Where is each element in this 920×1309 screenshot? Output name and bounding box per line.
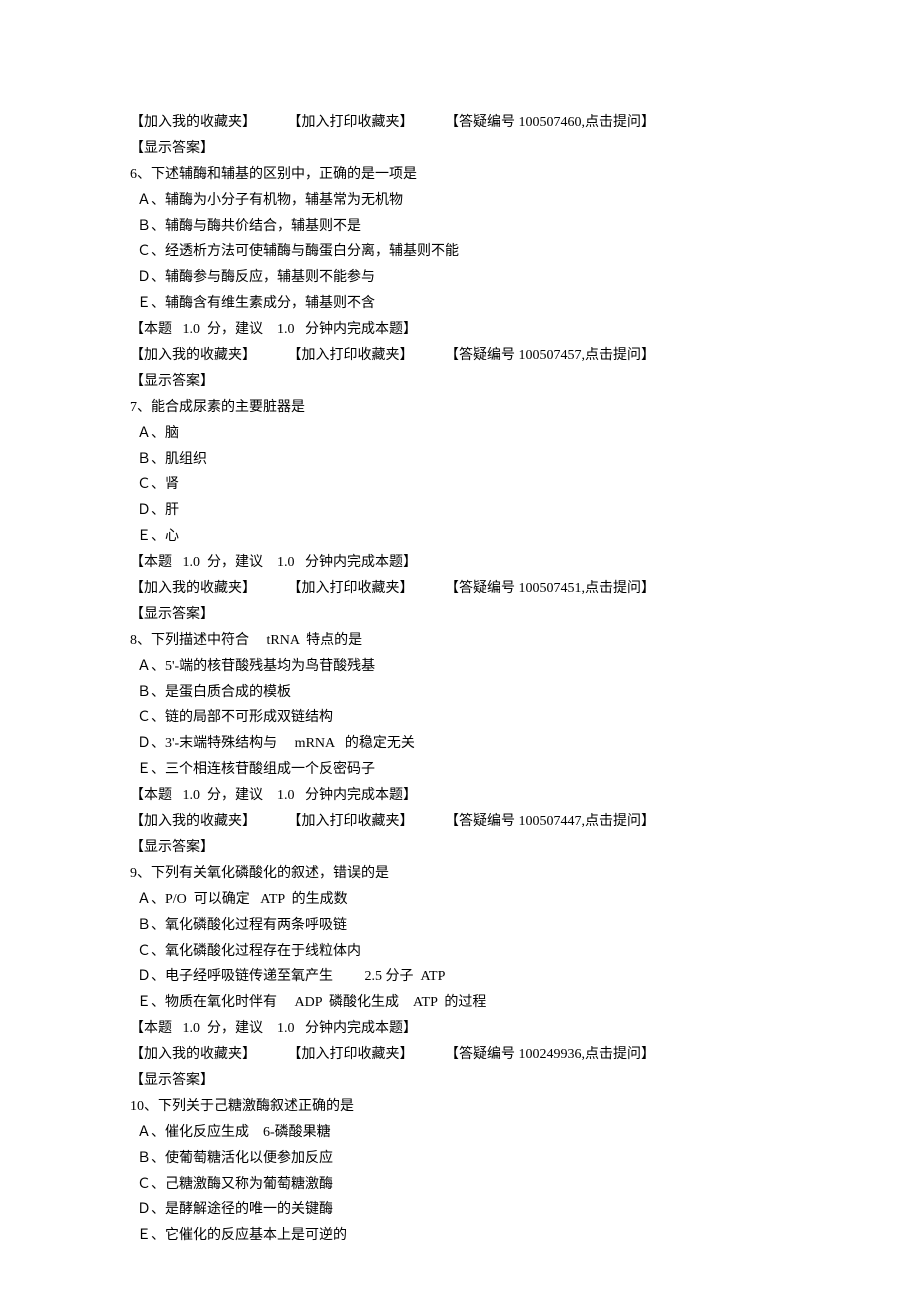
question-block-6: 6、下述辅酶和辅基的区别中，正确的是一项是 Ａ、辅酶为小分子有机物，辅基常为无机… xyxy=(130,162,790,395)
action-line: 【加入我的收藏夹】 【加入打印收藏夹】 【答疑编号 100507447,点击提问… xyxy=(130,809,790,835)
option-e[interactable]: Ｅ、辅酶含有维生素成分，辅基则不含 xyxy=(130,291,790,317)
option-c[interactable]: Ｃ、经透析方法可使辅酶与酶蛋白分离，辅基则不能 xyxy=(130,239,790,265)
add-to-print-favorites-link[interactable]: 【加入打印收藏夹】 xyxy=(288,115,414,130)
question-stem: 9、下列有关氧化磷酸化的叙述，错误的是 xyxy=(130,861,790,887)
option-a[interactable]: Ａ、催化反应生成 6-磷酸果糖 xyxy=(130,1120,790,1146)
question-block-5-tail: 【加入我的收藏夹】 【加入打印收藏夹】 【答疑编号 100507460,点击提问… xyxy=(130,110,790,162)
show-answer-link[interactable]: 【显示答案】 xyxy=(130,1068,790,1094)
add-to-print-favorites-link[interactable]: 【加入打印收藏夹】 xyxy=(288,814,414,829)
score-line: 【本题 1.0 分，建议 1.0 分钟内完成本题】 xyxy=(130,317,790,343)
option-c[interactable]: Ｃ、链的局部不可形成双链结构 xyxy=(130,705,790,731)
faq-link[interactable]: 【答疑编号 100249936,点击提问】 xyxy=(445,1047,655,1062)
option-b[interactable]: Ｂ、氧化磷酸化过程有两条呼吸链 xyxy=(130,913,790,939)
show-answer-link[interactable]: 【显示答案】 xyxy=(130,136,790,162)
add-to-my-favorites-link[interactable]: 【加入我的收藏夹】 xyxy=(130,115,256,130)
option-c[interactable]: Ｃ、肾 xyxy=(130,472,790,498)
option-a[interactable]: Ａ、P/O 可以确定 ATP 的生成数 xyxy=(130,887,790,913)
action-line: 【加入我的收藏夹】 【加入打印收藏夹】 【答疑编号 100249936,点击提问… xyxy=(130,1042,790,1068)
option-b[interactable]: Ｂ、是蛋白质合成的模板 xyxy=(130,680,790,706)
question-block-8: 8、下列描述中符合 tRNA 特点的是 Ａ、5'-端的核苷酸残基均为鸟苷酸残基 … xyxy=(130,628,790,861)
option-d[interactable]: Ｄ、肝 xyxy=(130,498,790,524)
option-a[interactable]: Ａ、辅酶为小分子有机物，辅基常为无机物 xyxy=(130,188,790,214)
question-stem: 10、下列关于己糖激酶叙述正确的是 xyxy=(130,1094,790,1120)
option-b[interactable]: Ｂ、使葡萄糖活化以便参加反应 xyxy=(130,1146,790,1172)
faq-link[interactable]: 【答疑编号 100507457,点击提问】 xyxy=(445,348,655,363)
option-d[interactable]: Ｄ、是酵解途径的唯一的关键酶 xyxy=(130,1197,790,1223)
score-line: 【本题 1.0 分，建议 1.0 分钟内完成本题】 xyxy=(130,550,790,576)
action-line: 【加入我的收藏夹】 【加入打印收藏夹】 【答疑编号 100507460,点击提问… xyxy=(130,110,790,136)
question-block-7: 7、能合成尿素的主要脏器是 Ａ、脑 Ｂ、肌组织 Ｃ、肾 Ｄ、肝 Ｅ、心 【本题 … xyxy=(130,395,790,628)
faq-link[interactable]: 【答疑编号 100507451,点击提问】 xyxy=(445,581,655,596)
question-stem: 6、下述辅酶和辅基的区别中，正确的是一项是 xyxy=(130,162,790,188)
option-c[interactable]: Ｃ、氧化磷酸化过程存在于线粒体内 xyxy=(130,939,790,965)
option-c[interactable]: Ｃ、己糖激酶又称为葡萄糖激酶 xyxy=(130,1172,790,1198)
option-b[interactable]: Ｂ、辅酶与酶共价结合，辅基则不是 xyxy=(130,214,790,240)
faq-link[interactable]: 【答疑编号 100507460,点击提问】 xyxy=(445,115,655,130)
faq-link[interactable]: 【答疑编号 100507447,点击提问】 xyxy=(445,814,655,829)
score-line: 【本题 1.0 分，建议 1.0 分钟内完成本题】 xyxy=(130,1016,790,1042)
option-e[interactable]: Ｅ、三个相连核苷酸组成一个反密码子 xyxy=(130,757,790,783)
option-d[interactable]: Ｄ、3'-末端特殊结构与 mRNA 的稳定无关 xyxy=(130,731,790,757)
option-b[interactable]: Ｂ、肌组织 xyxy=(130,447,790,473)
score-line: 【本题 1.0 分，建议 1.0 分钟内完成本题】 xyxy=(130,783,790,809)
option-e[interactable]: Ｅ、物质在氧化时伴有 ADP 磷酸化生成 ATP 的过程 xyxy=(130,990,790,1016)
option-a[interactable]: Ａ、5'-端的核苷酸残基均为鸟苷酸残基 xyxy=(130,654,790,680)
action-line: 【加入我的收藏夹】 【加入打印收藏夹】 【答疑编号 100507457,点击提问… xyxy=(130,343,790,369)
question-block-10: 10、下列关于己糖激酶叙述正确的是 Ａ、催化反应生成 6-磷酸果糖 Ｂ、使葡萄糖… xyxy=(130,1094,790,1249)
action-line: 【加入我的收藏夹】 【加入打印收藏夹】 【答疑编号 100507451,点击提问… xyxy=(130,576,790,602)
add-to-print-favorites-link[interactable]: 【加入打印收藏夹】 xyxy=(288,348,414,363)
show-answer-link[interactable]: 【显示答案】 xyxy=(130,602,790,628)
show-answer-link[interactable]: 【显示答案】 xyxy=(130,835,790,861)
add-to-print-favorites-link[interactable]: 【加入打印收藏夹】 xyxy=(288,581,414,596)
option-e[interactable]: Ｅ、心 xyxy=(130,524,790,550)
option-e[interactable]: Ｅ、它催化的反应基本上是可逆的 xyxy=(130,1223,790,1249)
add-to-print-favorites-link[interactable]: 【加入打印收藏夹】 xyxy=(288,1047,414,1062)
option-d[interactable]: Ｄ、辅酶参与酶反应，辅基则不能参与 xyxy=(130,265,790,291)
add-to-my-favorites-link[interactable]: 【加入我的收藏夹】 xyxy=(130,814,256,829)
option-a[interactable]: Ａ、脑 xyxy=(130,421,790,447)
question-block-9: 9、下列有关氧化磷酸化的叙述，错误的是 Ａ、P/O 可以确定 ATP 的生成数 … xyxy=(130,861,790,1094)
add-to-my-favorites-link[interactable]: 【加入我的收藏夹】 xyxy=(130,1047,256,1062)
add-to-my-favorites-link[interactable]: 【加入我的收藏夹】 xyxy=(130,348,256,363)
question-stem: 7、能合成尿素的主要脏器是 xyxy=(130,395,790,421)
option-d[interactable]: Ｄ、电子经呼吸链传递至氧产生 2.5 分子 ATP xyxy=(130,964,790,990)
show-answer-link[interactable]: 【显示答案】 xyxy=(130,369,790,395)
question-stem: 8、下列描述中符合 tRNA 特点的是 xyxy=(130,628,790,654)
add-to-my-favorites-link[interactable]: 【加入我的收藏夹】 xyxy=(130,581,256,596)
